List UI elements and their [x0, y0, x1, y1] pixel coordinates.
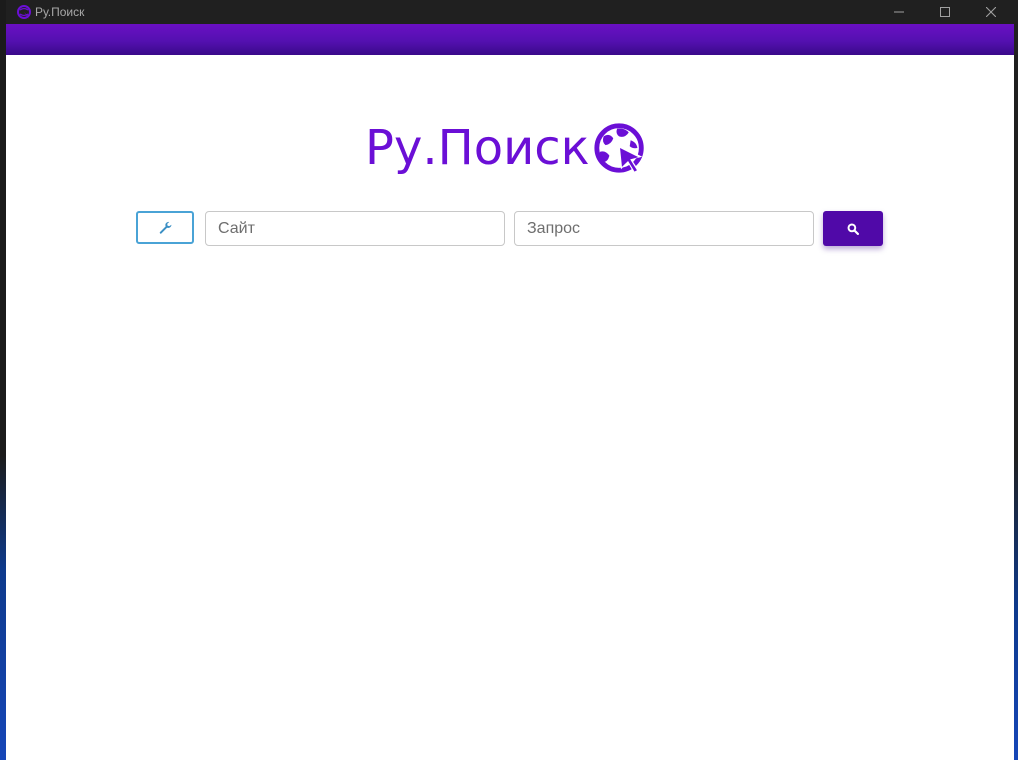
maximize-button[interactable] — [922, 0, 968, 24]
wrench-icon — [159, 221, 171, 234]
globe-cursor-icon — [594, 123, 644, 175]
query-input[interactable] — [514, 211, 814, 246]
settings-button[interactable] — [136, 211, 194, 244]
app-icon — [17, 5, 31, 19]
header-bar — [6, 24, 1014, 55]
search-button[interactable] — [823, 211, 883, 246]
title-bar[interactable]: Ру.Поиск — [6, 0, 1014, 24]
desktop-background-right — [1014, 0, 1018, 760]
app-window: Ру.Поиск Ру.Поиск — [6, 0, 1014, 760]
search-icon — [847, 223, 859, 235]
minimize-button[interactable] — [876, 0, 922, 24]
window-title: Ру.Поиск — [35, 5, 85, 19]
minimize-icon — [894, 11, 904, 13]
close-button[interactable] — [968, 0, 1014, 24]
logo-text: Ру.Поиск — [365, 120, 590, 176]
logo: Ру.Поиск — [365, 113, 650, 183]
close-icon — [986, 7, 996, 17]
main-content: Ру.Поиск — [6, 55, 1014, 760]
site-input[interactable] — [205, 211, 505, 246]
maximize-icon — [940, 7, 950, 17]
